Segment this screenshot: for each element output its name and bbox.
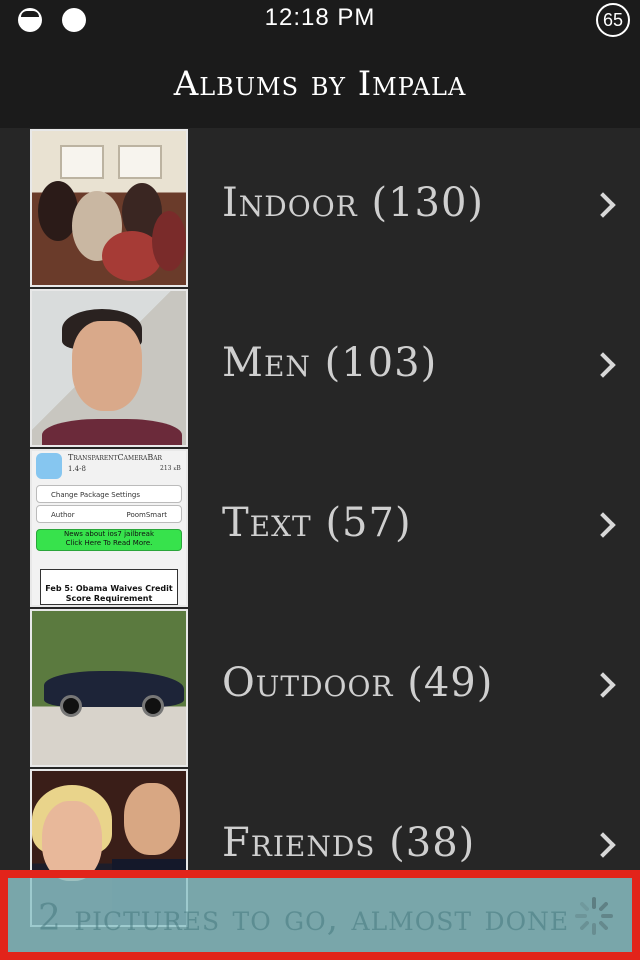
chevron-right-icon (590, 192, 616, 218)
spinner-icon (575, 897, 613, 935)
battery-circle-icon: 65 (596, 3, 630, 37)
page-title: Albums by Impala (173, 64, 467, 104)
thumb-news-line1: News about ios7 jailbreak (63, 530, 155, 538)
status-bar: 12:18 PM 65 (0, 0, 640, 40)
album-row-outdoor[interactable]: Outdoor (49) (0, 608, 640, 768)
thumb-row-settings: Change Package Settings (36, 485, 182, 503)
thumb-author-name: PoomSmart (126, 511, 167, 519)
album-thumbnail: TransparentCameraBar 1.4-8 213 kB Change… (30, 449, 188, 607)
album-label: Outdoor (49) (222, 660, 494, 706)
thumb-author-label: Author (51, 511, 75, 519)
thumb-news-line2: Click Here To Read More. (65, 539, 153, 547)
progress-banner: 2 pictures to go, almost done (0, 870, 640, 960)
album-thumbnail (30, 609, 188, 767)
album-label: Indoor (130) (222, 180, 485, 226)
nav-bar: Albums by Impala (0, 40, 640, 129)
thumb-version: 1.4-8 (68, 465, 86, 473)
album-row-men[interactable]: Men (103) (0, 288, 640, 448)
screen: 12:18 PM 65 Albums by Impala Indoor (130… (0, 0, 640, 960)
album-row-text[interactable]: TransparentCameraBar 1.4-8 213 kB Change… (0, 448, 640, 608)
album-thumbnail (30, 129, 188, 287)
thumb-banner: Feb 5: Obama Waives Credit Score Require… (40, 569, 178, 605)
thumb-size: 213 kB (160, 465, 181, 472)
chevron-right-icon (590, 352, 616, 378)
chevron-right-icon (590, 512, 616, 538)
thumb-app-title: TransparentCameraBar (68, 453, 163, 462)
chevron-right-icon (590, 672, 616, 698)
app-icon (36, 453, 62, 479)
album-label: Friends (38) (222, 820, 476, 866)
progress-text: 2 pictures to go, almost done (38, 898, 570, 939)
album-thumbnail (30, 289, 188, 447)
status-time: 12:18 PM (264, 4, 376, 31)
album-label: Text (57) (222, 500, 412, 546)
album-list[interactable]: Indoor (130) Men (103) TransparentCamera… (0, 128, 640, 960)
album-label: Men (103) (222, 340, 438, 386)
album-row-indoor[interactable]: Indoor (130) (0, 128, 640, 288)
thumb-news-box: News about ios7 jailbreak Click Here To … (36, 529, 182, 551)
chevron-right-icon (590, 832, 616, 858)
thumb-row-author: Author PoomSmart (36, 505, 182, 523)
